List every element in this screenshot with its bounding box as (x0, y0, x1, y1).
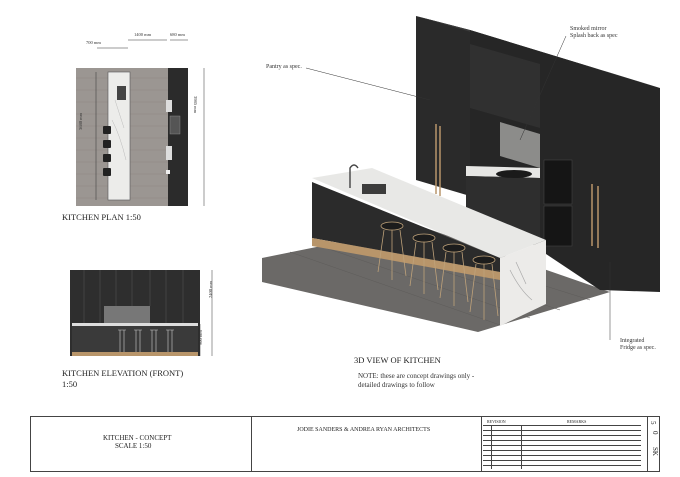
callout-mirror-2: Splash back as spec (570, 33, 618, 39)
3d-oven (543, 159, 573, 205)
project-scale: SCALE 1:50 (115, 442, 152, 450)
callout-mirror-1: Smoked mirror (570, 26, 607, 32)
remarks-col-header: REMARKS (567, 419, 587, 424)
sheet-code: SK (651, 447, 659, 456)
callout-fridge-2: Fridge as spec. (620, 345, 656, 351)
kitchen-3d-view (262, 16, 660, 340)
architects-name: JODIE SANDERS & ANDREA RYAN ARCHITECTS (297, 427, 431, 433)
sheet-sub: 5 (649, 421, 657, 425)
3d-stool (380, 221, 404, 231)
sheet-number: 0 (651, 431, 659, 435)
revision-table: REVISION REMARKS (483, 419, 641, 469)
3d-cooktop (496, 170, 532, 178)
project-name: KITCHEN - CONCEPT (103, 434, 172, 442)
concept-note-line1: NOTE: these are concept drawings only - (358, 372, 475, 380)
3d-tall-cabinets-left (416, 16, 470, 196)
3d-oven (543, 205, 573, 247)
callout-fridge-1: Integrated (620, 338, 645, 344)
revision-col-header: REVISION (487, 419, 506, 424)
title-block: KITCHEN - CONCEPT SCALE 1:50 JODIE SANDE… (30, 416, 660, 472)
3d-sink (362, 184, 386, 194)
3d-view-title: 3D VIEW OF KITCHEN (354, 355, 441, 365)
3d-stool (412, 233, 436, 243)
concept-note-line2: detailed drawings to follow (358, 381, 435, 389)
3d-stool (442, 243, 466, 253)
3d-stool (472, 255, 496, 265)
callout-pantry: Pantry as spec. (266, 64, 302, 70)
